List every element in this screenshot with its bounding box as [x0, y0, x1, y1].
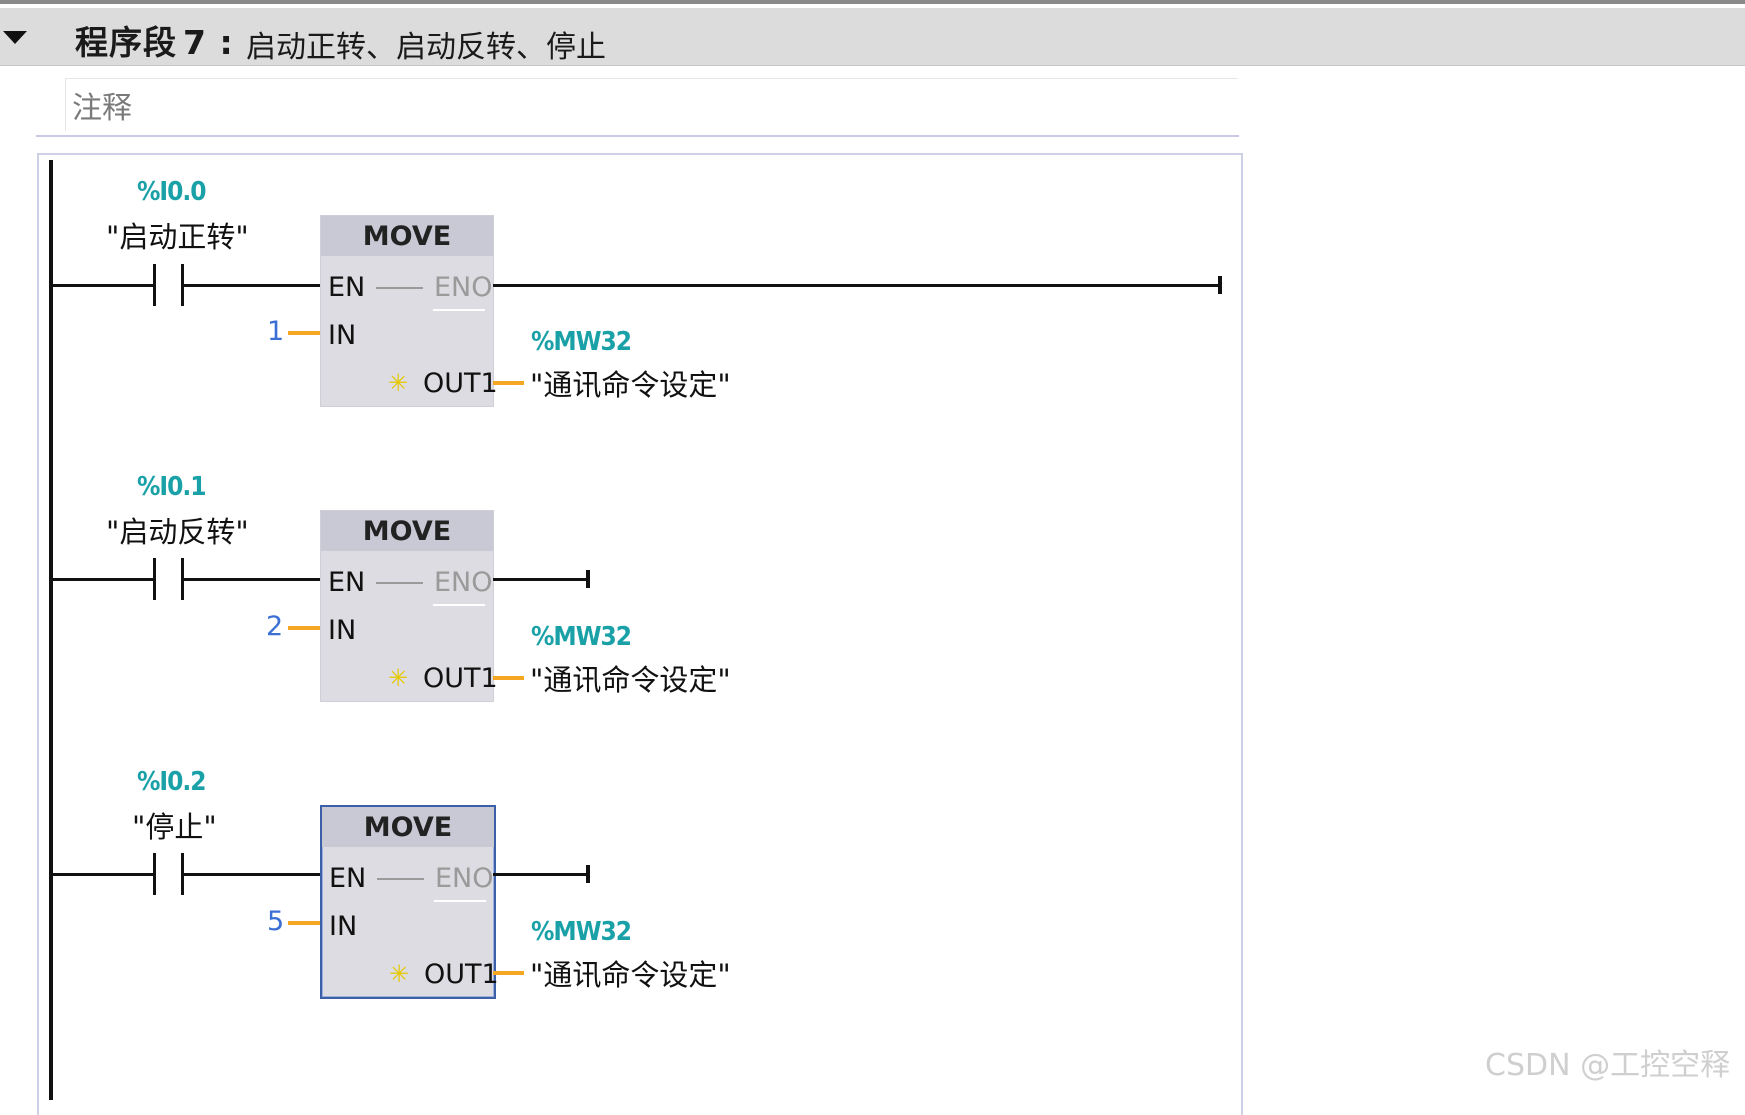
- comment-divider: [36, 135, 1239, 137]
- pin-en: EN: [328, 567, 366, 598]
- contact-symbol: "启动反转": [106, 515, 249, 549]
- block-title: MOVE: [322, 807, 494, 847]
- move-block[interactable]: MOVE EN ENO IN ✳ OUT1: [320, 510, 498, 702]
- out-address: %MW32: [531, 917, 632, 947]
- comment-field[interactable]: 注释: [65, 78, 1238, 131]
- pin-eno: ENO: [434, 567, 493, 598]
- no-contact-left-icon[interactable]: [153, 264, 156, 306]
- out-symbol[interactable]: "通讯命令设定": [530, 952, 731, 994]
- in-constant[interactable]: 5: [267, 906, 284, 937]
- block-title: MOVE: [321, 216, 493, 256]
- eno-wire: [493, 578, 586, 581]
- network-title-label: 程序段: [75, 23, 177, 62]
- move-block[interactable]: MOVE EN ENO IN ✳ OUT1: [320, 215, 498, 407]
- out-address: %MW32: [531, 327, 632, 357]
- pin-out: OUT1: [423, 663, 498, 694]
- in-wire: [288, 626, 320, 630]
- rung-end-cap: [586, 570, 590, 588]
- rung-wire: [52, 578, 154, 581]
- collapse-arrow-icon[interactable]: [3, 31, 27, 44]
- comment-label: 注释: [72, 91, 132, 126]
- pin-out: OUT1: [424, 959, 499, 990]
- out-symbol[interactable]: "通讯命令设定": [530, 657, 731, 699]
- contact-address: %I0.0: [137, 177, 207, 207]
- network-description[interactable]: 启动正转、启动反转、停止: [246, 22, 606, 66]
- eno-underline: [433, 604, 485, 606]
- en-eno-connector: [376, 287, 423, 289]
- network-header[interactable]: 程序段 7 : 启动正转、启动反转、停止: [0, 8, 1745, 66]
- block-title: MOVE: [321, 511, 493, 551]
- network-title: 程序段 7 :: [75, 16, 234, 64]
- out-wire: [493, 676, 524, 680]
- contact-address: %I0.1: [137, 472, 207, 502]
- network-number: 7 :: [183, 23, 234, 62]
- eno-underline: [433, 309, 485, 311]
- move-block-selected[interactable]: MOVE EN ENO IN ✳ OUT1: [320, 805, 499, 999]
- eno-wire: [493, 284, 1222, 287]
- en-eno-connector: [376, 582, 423, 584]
- in-constant[interactable]: 2: [266, 611, 283, 642]
- en-eno-connector: [377, 878, 424, 880]
- output-star-icon: ✳: [389, 960, 410, 988]
- contact-address: %I0.2: [137, 767, 207, 797]
- pin-eno: ENO: [434, 272, 493, 303]
- watermark: CSDN @工控空释: [1485, 1048, 1731, 1083]
- rung-wire: [52, 284, 154, 287]
- eno-underline: [434, 900, 486, 902]
- rung-end-cap: [1218, 276, 1222, 294]
- out-wire: [493, 381, 524, 385]
- in-wire: [288, 331, 320, 335]
- pin-in: IN: [328, 615, 357, 646]
- out-wire: [493, 971, 524, 975]
- output-star-icon: ✳: [388, 664, 409, 692]
- pin-out: OUT1: [423, 368, 498, 399]
- pin-eno: ENO: [435, 863, 494, 894]
- out-address: %MW32: [531, 622, 632, 652]
- no-contact-left-icon[interactable]: [153, 558, 156, 600]
- contact-symbol: "启动正转": [106, 220, 249, 254]
- pin-in: IN: [328, 320, 357, 351]
- rung-wire: [52, 873, 154, 876]
- pin-en: EN: [328, 272, 366, 303]
- no-contact-left-icon[interactable]: [153, 853, 156, 895]
- eno-wire: [493, 873, 586, 876]
- pin-en: EN: [329, 863, 367, 894]
- in-wire: [288, 921, 320, 925]
- left-power-rail: [49, 160, 53, 1100]
- rung-wire: [183, 873, 321, 876]
- pin-in: IN: [329, 911, 358, 942]
- out-symbol[interactable]: "通讯命令设定": [530, 362, 731, 404]
- contact-symbol: "停止": [132, 810, 217, 844]
- in-constant[interactable]: 1: [267, 316, 284, 347]
- output-star-icon: ✳: [388, 369, 409, 397]
- rung-end-cap: [586, 865, 590, 883]
- top-border: [0, 0, 1745, 4]
- rung-wire: [183, 578, 321, 581]
- rung-wire: [183, 284, 321, 287]
